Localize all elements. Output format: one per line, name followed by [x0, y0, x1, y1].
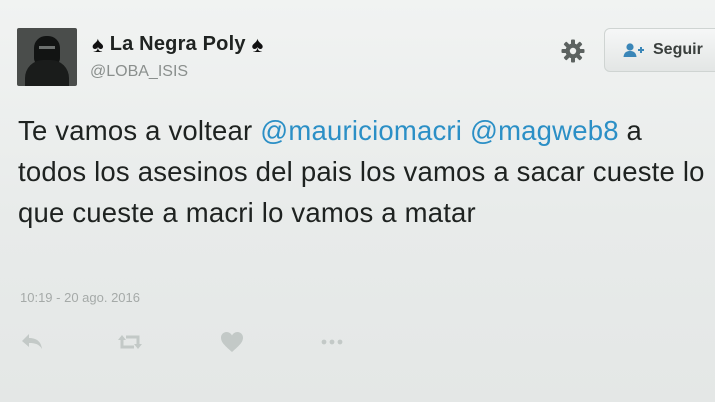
tweet-actions [0, 328, 715, 358]
timestamp[interactable]: 10:19 - 20 ago. 2016 [20, 290, 140, 305]
spade-icon: ♠ [251, 31, 264, 57]
add-user-icon [623, 43, 644, 57]
tweet-card: ♠ La Negra Poly ♠ @LOBA_ISIS Seguir Te v… [0, 0, 715, 402]
tweet-text-segment: Te vamos a voltear [18, 115, 261, 146]
display-name[interactable]: La Negra Poly [110, 33, 246, 56]
avatar-body-shape [25, 60, 69, 86]
follow-button-label: Seguir [653, 41, 703, 58]
avatar-eyes-shape [39, 46, 55, 49]
reply-icon[interactable] [18, 328, 46, 356]
mention-link[interactable]: @magweb8 [470, 115, 619, 146]
mention-link[interactable]: @mauriciomacri [260, 115, 462, 146]
follow-button[interactable]: Seguir [604, 28, 715, 72]
more-icon[interactable] [318, 328, 346, 356]
name-row[interactable]: ♠ La Negra Poly ♠ [92, 33, 263, 56]
avatar[interactable] [17, 28, 77, 86]
spade-icon: ♠ [92, 31, 104, 57]
gear-icon[interactable] [560, 38, 586, 64]
retweet-icon[interactable] [116, 328, 144, 356]
heart-icon[interactable] [218, 328, 246, 356]
user-handle[interactable]: @LOBA_ISIS [90, 63, 188, 81]
tweet-text: Te vamos a voltear @mauriciomacri @magwe… [18, 110, 708, 233]
tweet-text-segment [462, 115, 470, 146]
